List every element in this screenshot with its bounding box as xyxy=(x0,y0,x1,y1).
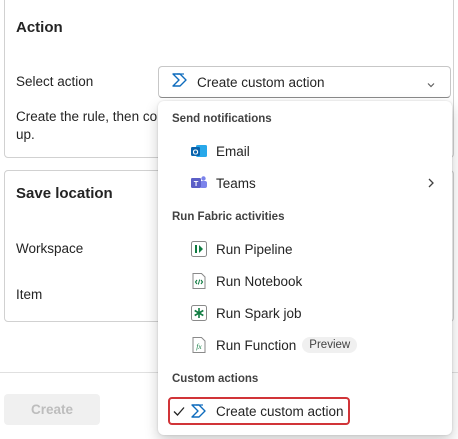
action-select-dropdown[interactable]: Create custom action xyxy=(158,66,451,98)
action-select-value: Create custom action xyxy=(197,74,325,90)
group-header-custom-actions: Custom actions xyxy=(172,373,259,385)
select-action-label: Select action xyxy=(16,74,94,89)
svg-text:fx: fx xyxy=(196,342,202,351)
function-icon: fx xyxy=(190,336,208,354)
action-description-line2: up. xyxy=(16,127,35,142)
workspace-label: Workspace xyxy=(16,241,84,256)
svg-text:O: O xyxy=(193,147,199,156)
menu-item-teams-label: Teams xyxy=(216,175,256,191)
spark-job-icon xyxy=(190,304,208,322)
custom-action-icon xyxy=(190,402,208,420)
pipeline-icon xyxy=(190,240,208,258)
menu-item-email[interactable]: O Email xyxy=(164,136,446,166)
preview-badge: Preview xyxy=(302,337,358,353)
action-description-line1: Create the rule, then co xyxy=(16,109,158,124)
menu-item-run-function-label: Run Function xyxy=(216,337,297,353)
chevron-right-icon xyxy=(426,177,436,192)
menu-item-run-function[interactable]: fx Run Function Preview xyxy=(164,330,446,360)
outlook-icon: O xyxy=(190,142,208,160)
teams-icon: T xyxy=(190,174,208,192)
menu-item-create-custom-action-label: Create custom action xyxy=(216,403,344,419)
create-button[interactable]: Create xyxy=(4,394,100,425)
menu-item-create-custom-action[interactable]: Create custom action xyxy=(168,397,350,425)
action-card-title: Action xyxy=(16,19,63,36)
action-description: Create the rule, then co up. xyxy=(16,108,176,144)
save-location-title: Save location xyxy=(16,185,113,202)
svg-text:T: T xyxy=(194,179,199,188)
menu-item-run-pipeline-label: Run Pipeline xyxy=(216,241,293,257)
menu-item-run-spark-job[interactable]: Run Spark job xyxy=(164,298,446,328)
menu-item-run-pipeline[interactable]: Run Pipeline xyxy=(164,234,446,264)
menu-item-run-spark-job-label: Run Spark job xyxy=(216,305,302,321)
item-label: Item xyxy=(16,287,43,302)
chevron-down-icon xyxy=(426,77,436,95)
menu-item-run-notebook[interactable]: Run Notebook xyxy=(164,266,446,296)
action-dropdown-menu: Send notifications O Email T Teams Run F… xyxy=(158,101,452,435)
group-header-run-fabric: Run Fabric activities xyxy=(172,211,285,223)
menu-item-run-notebook-label: Run Notebook xyxy=(216,273,303,289)
menu-item-email-label: Email xyxy=(216,143,250,159)
notebook-icon xyxy=(190,272,208,290)
custom-action-icon xyxy=(171,72,189,93)
checkmark-icon xyxy=(172,404,186,421)
menu-item-teams[interactable]: T Teams xyxy=(164,168,446,198)
group-header-send-notifications: Send notifications xyxy=(172,113,272,125)
